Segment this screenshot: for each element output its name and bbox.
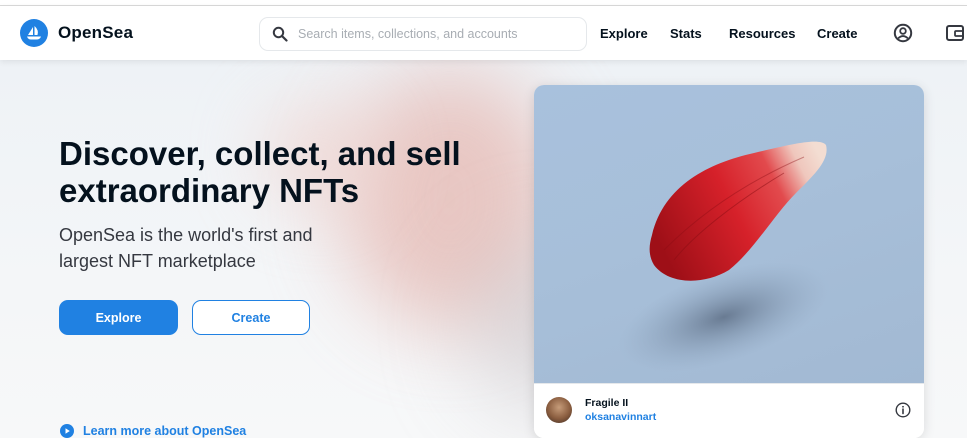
creator-avatar[interactable] bbox=[546, 397, 572, 423]
explore-button[interactable]: Explore bbox=[59, 300, 178, 335]
opensea-logo[interactable]: OpenSea bbox=[20, 19, 133, 47]
wallet-icon[interactable] bbox=[945, 23, 965, 43]
featured-nft-image bbox=[534, 85, 924, 383]
brand-name: OpenSea bbox=[58, 23, 134, 42]
nav-create[interactable]: Create bbox=[817, 26, 857, 41]
hero-headline: Discover, collect, and sell extraordinar… bbox=[59, 135, 519, 209]
nav-explore[interactable]: Explore bbox=[600, 26, 648, 41]
opensea-logo-icon bbox=[20, 19, 48, 47]
top-navbar: OpenSea Explore Stats Resources Create bbox=[0, 6, 967, 60]
hero-subheading-line2: largest NFT marketplace bbox=[59, 251, 256, 271]
featured-nft-card[interactable]: Fragile II oksanavinnart bbox=[534, 85, 924, 438]
hero-section: Discover, collect, and sell extraordinar… bbox=[0, 60, 967, 438]
search-bar[interactable] bbox=[259, 17, 587, 51]
info-icon[interactable] bbox=[895, 402, 911, 418]
search-input[interactable] bbox=[298, 27, 578, 41]
hero-headline-line1: Discover, collect, and sell bbox=[59, 135, 461, 172]
nav-resources[interactable]: Resources bbox=[729, 26, 795, 41]
hero-subheading-line1: OpenSea is the world's first and bbox=[59, 225, 313, 245]
nav-stats[interactable]: Stats bbox=[670, 26, 702, 41]
search-icon bbox=[272, 26, 288, 42]
create-button[interactable]: Create bbox=[192, 300, 310, 335]
play-circle-icon bbox=[60, 424, 74, 438]
hero-headline-line2: extraordinary NFTs bbox=[59, 172, 360, 209]
nft-title: Fragile II bbox=[585, 397, 629, 409]
learn-more-label: Learn more about OpenSea bbox=[83, 424, 247, 438]
hero-subheading: OpenSea is the world's first and largest… bbox=[59, 222, 359, 274]
learn-more-link[interactable]: Learn more about OpenSea bbox=[60, 424, 246, 438]
featured-nft-footer: Fragile II oksanavinnart bbox=[534, 383, 924, 438]
creator-link[interactable]: oksanavinnart bbox=[585, 411, 656, 423]
profile-icon[interactable] bbox=[893, 23, 913, 43]
